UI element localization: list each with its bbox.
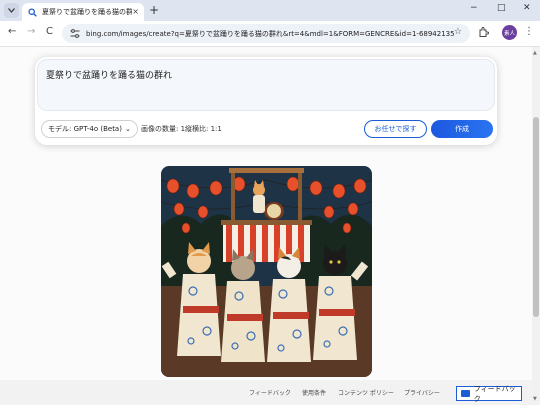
footer-link-content-policy[interactable]: コンテンツ ポリシー [338,388,394,397]
scroll-up-icon[interactable]: ▲ [533,50,537,56]
chevron-down-icon: ⌄ [124,125,131,133]
site-info-icon[interactable] [70,29,80,39]
prompt-text: 夏祭りで盆踊りを踊る猫の群れ [46,71,173,81]
bookmark-star-icon[interactable]: ☆ [454,27,462,37]
footer-link-feedback[interactable]: フィードバック [249,388,291,397]
reload-button[interactable]: C [46,26,53,37]
close-window-button[interactable]: ✕ [523,3,531,13]
search-favicon-icon [28,7,37,17]
profile-avatar[interactable]: 素人 [502,25,517,40]
back-button[interactable]: ← [8,26,16,37]
forward-button[interactable]: → [27,26,35,37]
aspect-ratio: 縦横比: 1:1 [185,125,222,133]
footer-link-terms[interactable]: 使用条件 [302,388,326,397]
extensions-icon[interactable] [478,27,489,40]
image-count: 画像の数量: 1 [141,125,186,133]
prompt-input[interactable]: 夏祭りで盆踊りを踊る猫の群れ [37,59,495,111]
model-selector[interactable]: モデル: GPT-4o (Beta) ⌄ [41,120,138,138]
url-text[interactable]: bing.com/images/create?q=夏祭りで盆踊りを踊る猫の群れ&… [86,29,456,39]
model-label: モデル: GPT-4o (Beta) [48,125,122,133]
prompt-card: 夏祭りで盆踊りを踊る猫の群れ モデル: GPT-4o (Beta) ⌄ 画像の数… [35,57,497,145]
page-content: 夏祭りで盆踊りを踊る猫の群れ モデル: GPT-4o (Beta) ⌄ 画像の数… [0,47,532,405]
new-tab-button[interactable]: + [149,3,159,17]
generated-image[interactable] [161,166,372,377]
maximize-button[interactable]: □ [497,3,506,13]
feedback-button-label: フィードバック [473,384,516,403]
dancing-cats-illustration [161,166,372,377]
page-scrollbar[interactable]: ▲ ▼ [532,47,540,405]
minimize-button[interactable]: − [470,3,478,13]
create-button[interactable]: 作成 [431,120,493,138]
surprise-me-button[interactable]: お任せで探す [364,120,427,138]
address-bar[interactable]: bing.com/images/create?q=夏祭りで盆踊りを踊る猫の群れ&… [62,24,470,43]
active-tab[interactable]: 夏祭りで盆踊りを踊る猫の群れ - B × [22,3,144,21]
scroll-thumb[interactable] [533,117,539,317]
footer-link-privacy[interactable]: プライバシー [404,388,440,397]
browser-menu-icon[interactable]: ⋮ [524,26,534,37]
scroll-down-icon[interactable]: ▼ [533,396,537,402]
browser-toolbar: ← → C bing.com/images/create?q=夏祭りで盆踊りを踊… [0,21,540,47]
feedback-icon [461,390,470,397]
page-footer: フィードバック 使用条件 コンテンツ ポリシー プライバシー フィードバック [0,380,532,405]
tab-strip: 夏祭りで盆踊りを踊る猫の群れ - B × + − □ ✕ [0,0,540,21]
tab-search-button[interactable] [4,3,19,18]
feedback-button[interactable]: フィードバック [456,384,522,403]
tab-close-icon[interactable]: × [132,7,139,16]
chevron-down-icon [8,8,15,13]
tab-title: 夏祭りで盆踊りを踊る猫の群れ - B [42,8,132,16]
